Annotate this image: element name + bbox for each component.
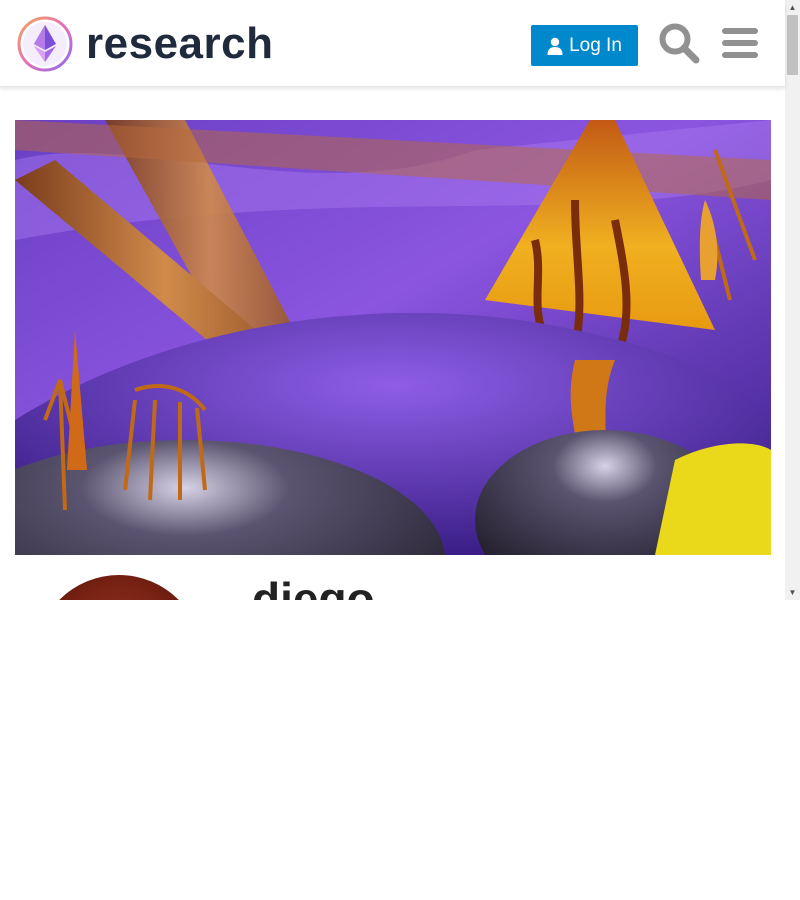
scroll-thumb[interactable]	[787, 15, 798, 75]
logo-wordmark: research	[86, 19, 274, 68]
site-logo[interactable]: research	[16, 14, 273, 74]
user-avatar[interactable]	[35, 575, 203, 600]
user-icon	[547, 37, 563, 55]
vertical-scrollbar[interactable]: ▲ ▼	[785, 0, 800, 600]
page-viewport: research Log In diego ▲ ▼	[0, 0, 800, 600]
search-icon[interactable]	[658, 22, 700, 64]
login-button-label: Log In	[569, 34, 622, 56]
profile-username: diego	[252, 573, 375, 600]
scroll-up-arrow-icon[interactable]: ▲	[785, 0, 800, 15]
scroll-down-arrow-icon[interactable]: ▼	[785, 585, 800, 600]
hamburger-menu-icon[interactable]	[722, 26, 758, 60]
login-button[interactable]: Log In	[531, 25, 638, 66]
ethereum-logo-icon	[17, 16, 73, 72]
profile-banner-image	[15, 120, 771, 555]
site-header: research Log In	[0, 0, 785, 87]
